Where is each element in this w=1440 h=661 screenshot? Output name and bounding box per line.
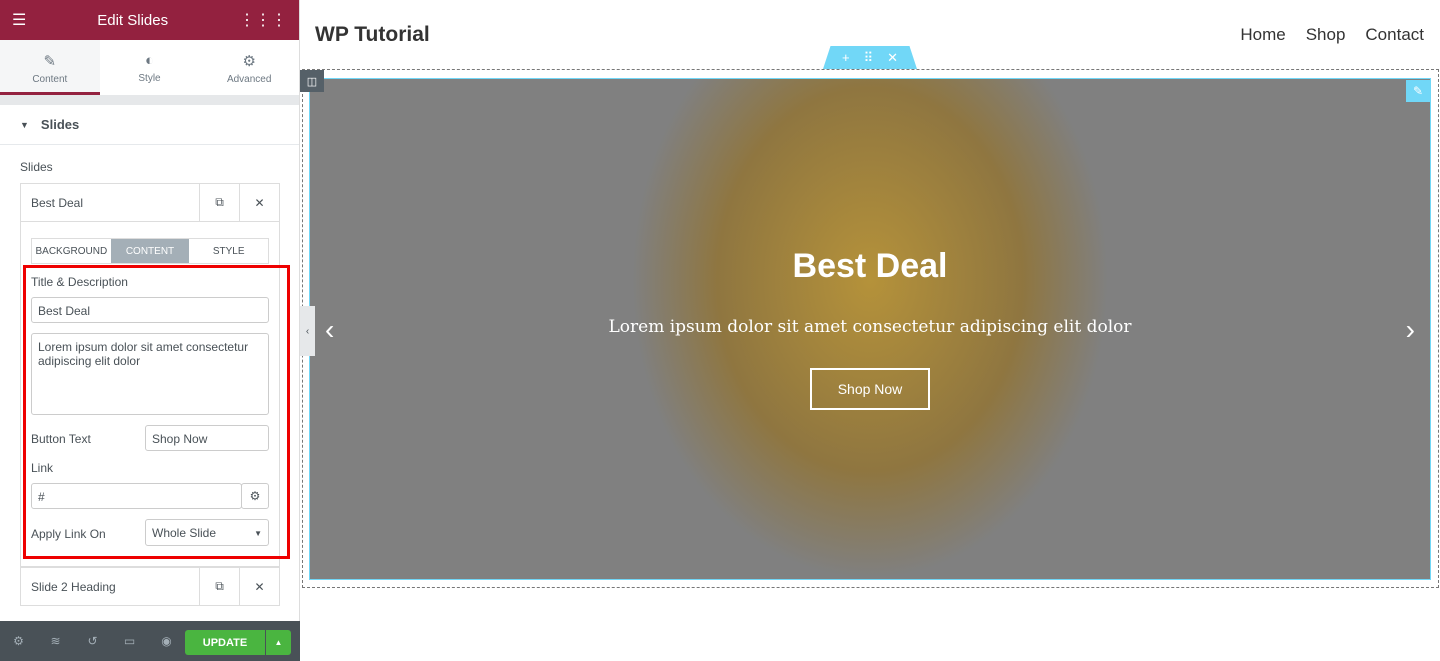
close-icon[interactable]: ✕: [239, 184, 279, 221]
update-options-button[interactable]: ▲: [266, 630, 291, 655]
slide-item-name: Slide 2 Heading: [31, 580, 116, 594]
chevron-left-icon[interactable]: ‹: [325, 314, 334, 346]
collapse-panel-icon[interactable]: ‹: [300, 306, 315, 356]
settings-icon[interactable]: ⚙: [0, 634, 37, 648]
gear-icon: ⚙: [242, 53, 256, 70]
slide-item[interactable]: Slide 2 Heading ⧉ ✕: [20, 567, 280, 606]
drag-handle-icon[interactable]: ⠿: [864, 50, 874, 66]
section-title: Slides: [40, 117, 80, 132]
panel-title: Edit Slides: [97, 11, 169, 29]
caret-down-icon: ▼: [20, 119, 29, 130]
slider[interactable]: Best Deal Lorem ipsum dolor sit amet con…: [309, 78, 1431, 580]
subtab-content[interactable]: CONTENT: [110, 239, 190, 263]
half-circle-icon: ◐: [144, 52, 155, 69]
duplicate-icon[interactable]: ⧉: [199, 568, 239, 605]
menu-icon[interactable]: ☰: [12, 10, 26, 30]
shop-now-button[interactable]: Shop Now: [810, 368, 930, 410]
chevron-right-icon[interactable]: ›: [1406, 314, 1415, 346]
tab-label: Content: [32, 74, 68, 85]
panel-footer: ⚙ ≋ ↺ ▭ ◉ UPDATE ▲: [0, 621, 300, 661]
nav-shop[interactable]: Shop: [1306, 25, 1346, 45]
preview-eye-icon[interactable]: ◉: [148, 634, 185, 648]
tab-label: Advanced: [226, 74, 272, 85]
slides-label: Slides: [20, 160, 53, 174]
section-slides[interactable]: ▼ Slides: [0, 105, 299, 145]
duplicate-icon[interactable]: ⧉: [199, 184, 239, 221]
slide-item[interactable]: Best Deal ⧉ ✕: [20, 183, 280, 222]
column-handle-icon[interactable]: ◫: [300, 70, 324, 92]
add-icon[interactable]: +: [842, 50, 850, 65]
tab-label: Style: [138, 73, 161, 84]
grid-icon[interactable]: ⋮⋮⋮: [239, 10, 287, 30]
edit-pencil-icon[interactable]: ✎: [1406, 80, 1430, 102]
slide-title: Best Deal: [792, 247, 948, 285]
slide-item-name: Best Deal: [31, 196, 84, 210]
tab-advanced[interactable]: ⚙ Advanced: [199, 40, 299, 95]
nav-contact[interactable]: Contact: [1365, 25, 1424, 45]
editor-panel: ☰ Edit Slides ⋮⋮⋮ ✎ Content ◐ Style ⚙ Advan…: [0, 0, 300, 661]
panel-header: ☰ Edit Slides ⋮⋮⋮: [0, 0, 299, 40]
pencil-icon: ✎: [43, 53, 57, 70]
nav-home[interactable]: Home: [1240, 25, 1285, 45]
responsive-icon[interactable]: ▭: [111, 634, 148, 648]
section-controls: + ⠿ ✕: [823, 46, 917, 69]
layers-icon[interactable]: ≋: [37, 634, 74, 648]
site-logo[interactable]: WP Tutorial: [315, 23, 430, 47]
subtab-style[interactable]: STYLE: [189, 239, 268, 263]
site-nav: Home Shop Contact: [1240, 25, 1424, 45]
tab-content[interactable]: ✎ Content: [0, 40, 100, 95]
site-preview: WP Tutorial Home Shop Contact + ⠿ ✕ Best D…: [300, 0, 1440, 661]
subtab-background[interactable]: BACKGROUND: [32, 239, 111, 263]
tab-style[interactable]: ◐ Style: [100, 40, 200, 95]
close-icon[interactable]: ✕: [887, 50, 898, 66]
close-icon[interactable]: ✕: [239, 568, 279, 605]
slide-description: Lorem ipsum dolor sit amet consectetur a…: [608, 317, 1132, 337]
highlight-box: [23, 265, 290, 559]
update-button[interactable]: UPDATE: [185, 630, 265, 655]
history-icon[interactable]: ↺: [74, 634, 111, 648]
